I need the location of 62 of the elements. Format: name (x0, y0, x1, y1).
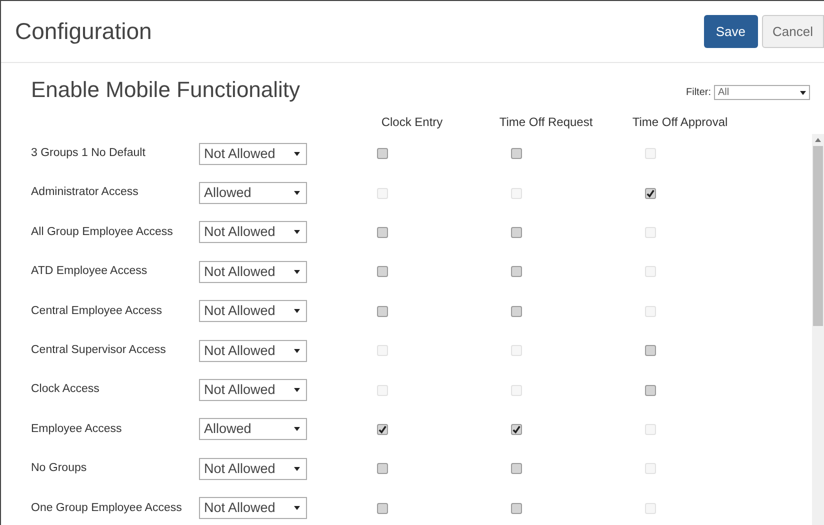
access-dropdown[interactable]: Not Allowed (199, 340, 307, 362)
caret-icon (294, 427, 300, 432)
caret-icon (294, 230, 300, 234)
access-dropdown[interactable]: Not Allowed (199, 142, 307, 165)
access-dropdown[interactable]: Not Allowed (199, 497, 307, 520)
checkbox[interactable] (510, 266, 522, 278)
checkbox[interactable] (644, 384, 656, 396)
checkmark-icon (512, 424, 520, 434)
checkbox[interactable] (376, 463, 388, 474)
checkmark-icon (646, 188, 654, 198)
checkbox[interactable] (376, 266, 388, 278)
access-dropdown[interactable]: Not Allowed (199, 221, 307, 244)
group-name: Administrator Access (30, 185, 140, 200)
checkbox[interactable] (510, 463, 522, 474)
caret-icon (294, 388, 300, 392)
scroll-up-icon (815, 138, 821, 142)
checkbox[interactable] (510, 148, 522, 160)
filter-label: Filter: (686, 86, 711, 100)
checkbox[interactable] (376, 424, 388, 435)
caret-icon (294, 152, 300, 156)
checkbox[interactable] (644, 345, 656, 356)
group-name: All Group Employee Access (30, 224, 174, 240)
page-title: Configuration (15, 17, 152, 46)
group-name: Central Employee Access (30, 304, 164, 319)
group-name: Central Supervisor Access (30, 343, 167, 358)
section-title: Enable Mobile Functionality (31, 76, 300, 104)
caret-icon (294, 309, 300, 314)
caret-icon (294, 270, 300, 274)
group-name: Employee Access (30, 422, 123, 437)
caret-icon (294, 466, 300, 471)
caret-icon (800, 90, 806, 94)
column-header: Time Off Request (499, 114, 593, 131)
checkbox[interactable] (510, 502, 522, 514)
access-dropdown[interactable]: Not Allowed (199, 260, 307, 283)
access-dropdown[interactable]: Allowed (199, 418, 307, 440)
checkbox[interactable] (510, 226, 522, 238)
access-dropdown[interactable]: Not Allowed (199, 458, 307, 480)
checkbox[interactable] (510, 424, 522, 435)
save-button[interactable]: Save (704, 15, 758, 48)
group-name: ATD Employee Access (30, 264, 148, 280)
column-header: Clock Entry (381, 114, 443, 131)
checkbox[interactable] (644, 188, 656, 199)
group-name: No Groups (30, 461, 88, 476)
access-dropdown[interactable]: Not Allowed (199, 379, 307, 402)
access-dropdown[interactable]: Allowed (199, 182, 307, 204)
column-header: Time Off Approval (632, 114, 728, 131)
checkbox[interactable] (376, 148, 388, 160)
checkbox[interactable] (376, 502, 388, 514)
caret-icon (294, 348, 300, 353)
checkbox[interactable] (510, 306, 522, 317)
group-name: One Group Employee Access (30, 500, 183, 516)
filter-dropdown[interactable]: All (714, 85, 810, 100)
checkmark-icon (378, 424, 386, 434)
scrollbar[interactable] (812, 134, 824, 525)
caret-icon (294, 506, 300, 510)
group-name: Clock Access (30, 382, 100, 398)
group-name: 3 Groups 1 No Default (30, 146, 146, 162)
caret-icon (294, 191, 300, 196)
checkbox[interactable] (376, 226, 388, 238)
cancel-button[interactable]: Cancel (762, 15, 824, 48)
checkbox[interactable] (376, 306, 388, 317)
access-dropdown[interactable]: Not Allowed (199, 300, 307, 322)
